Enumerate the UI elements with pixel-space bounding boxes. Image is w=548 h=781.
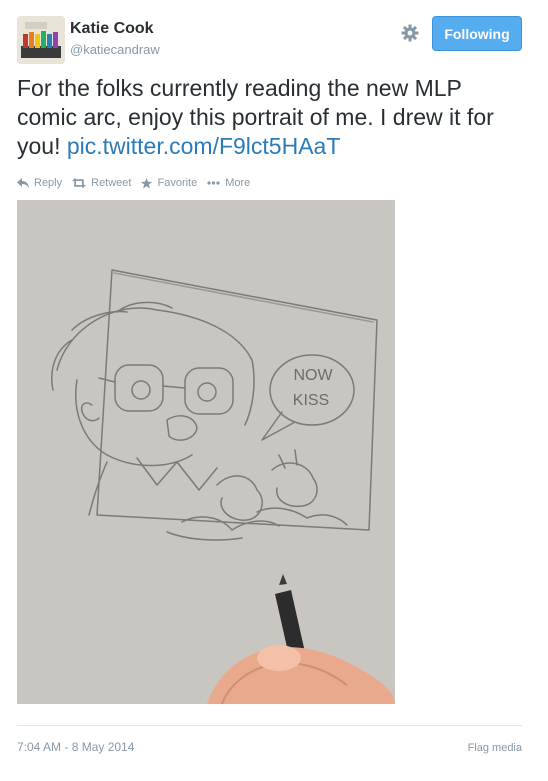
flag-media-link[interactable]: Flag media — [468, 742, 522, 754]
avatar-image — [17, 16, 65, 64]
tweet-text: For the folks currently reading the new … — [17, 74, 527, 161]
retweet-action[interactable]: Retweet — [72, 177, 131, 189]
tweet-media-link[interactable]: pic.twitter.com/F9lct5HAaT — [67, 133, 341, 159]
avatar[interactable] — [17, 16, 65, 64]
star-icon — [141, 177, 153, 189]
favorite-label: Favorite — [157, 177, 198, 189]
sketch-drawing: NOW KISS — [17, 200, 395, 705]
more-action[interactable]: More — [207, 177, 250, 189]
tweet-photo[interactable]: NOW KISS — [17, 200, 395, 705]
retweet-label: Retweet — [91, 177, 132, 189]
tweet-timestamp[interactable]: 7:04 AM - 8 May 2014 — [17, 740, 134, 754]
reply-label: Reply — [34, 177, 63, 189]
user-handle[interactable]: @katiecandraw — [70, 42, 160, 57]
divider — [17, 725, 522, 726]
favorite-action[interactable]: Favorite — [141, 177, 197, 189]
user-name[interactable]: Katie Cook — [70, 20, 154, 38]
retweet-icon — [72, 178, 87, 188]
speech-bubble-text-line1: NOW — [293, 367, 333, 384]
more-icon — [207, 181, 220, 185]
tweet-actions: Reply Retweet Favorite More — [17, 177, 260, 189]
gear-icon[interactable] — [401, 24, 419, 42]
speech-bubble-text-line2: KISS — [293, 392, 329, 409]
more-label: More — [225, 177, 251, 189]
following-button[interactable]: Following — [432, 16, 522, 51]
reply-icon — [17, 178, 29, 188]
reply-action[interactable]: Reply — [17, 177, 62, 189]
